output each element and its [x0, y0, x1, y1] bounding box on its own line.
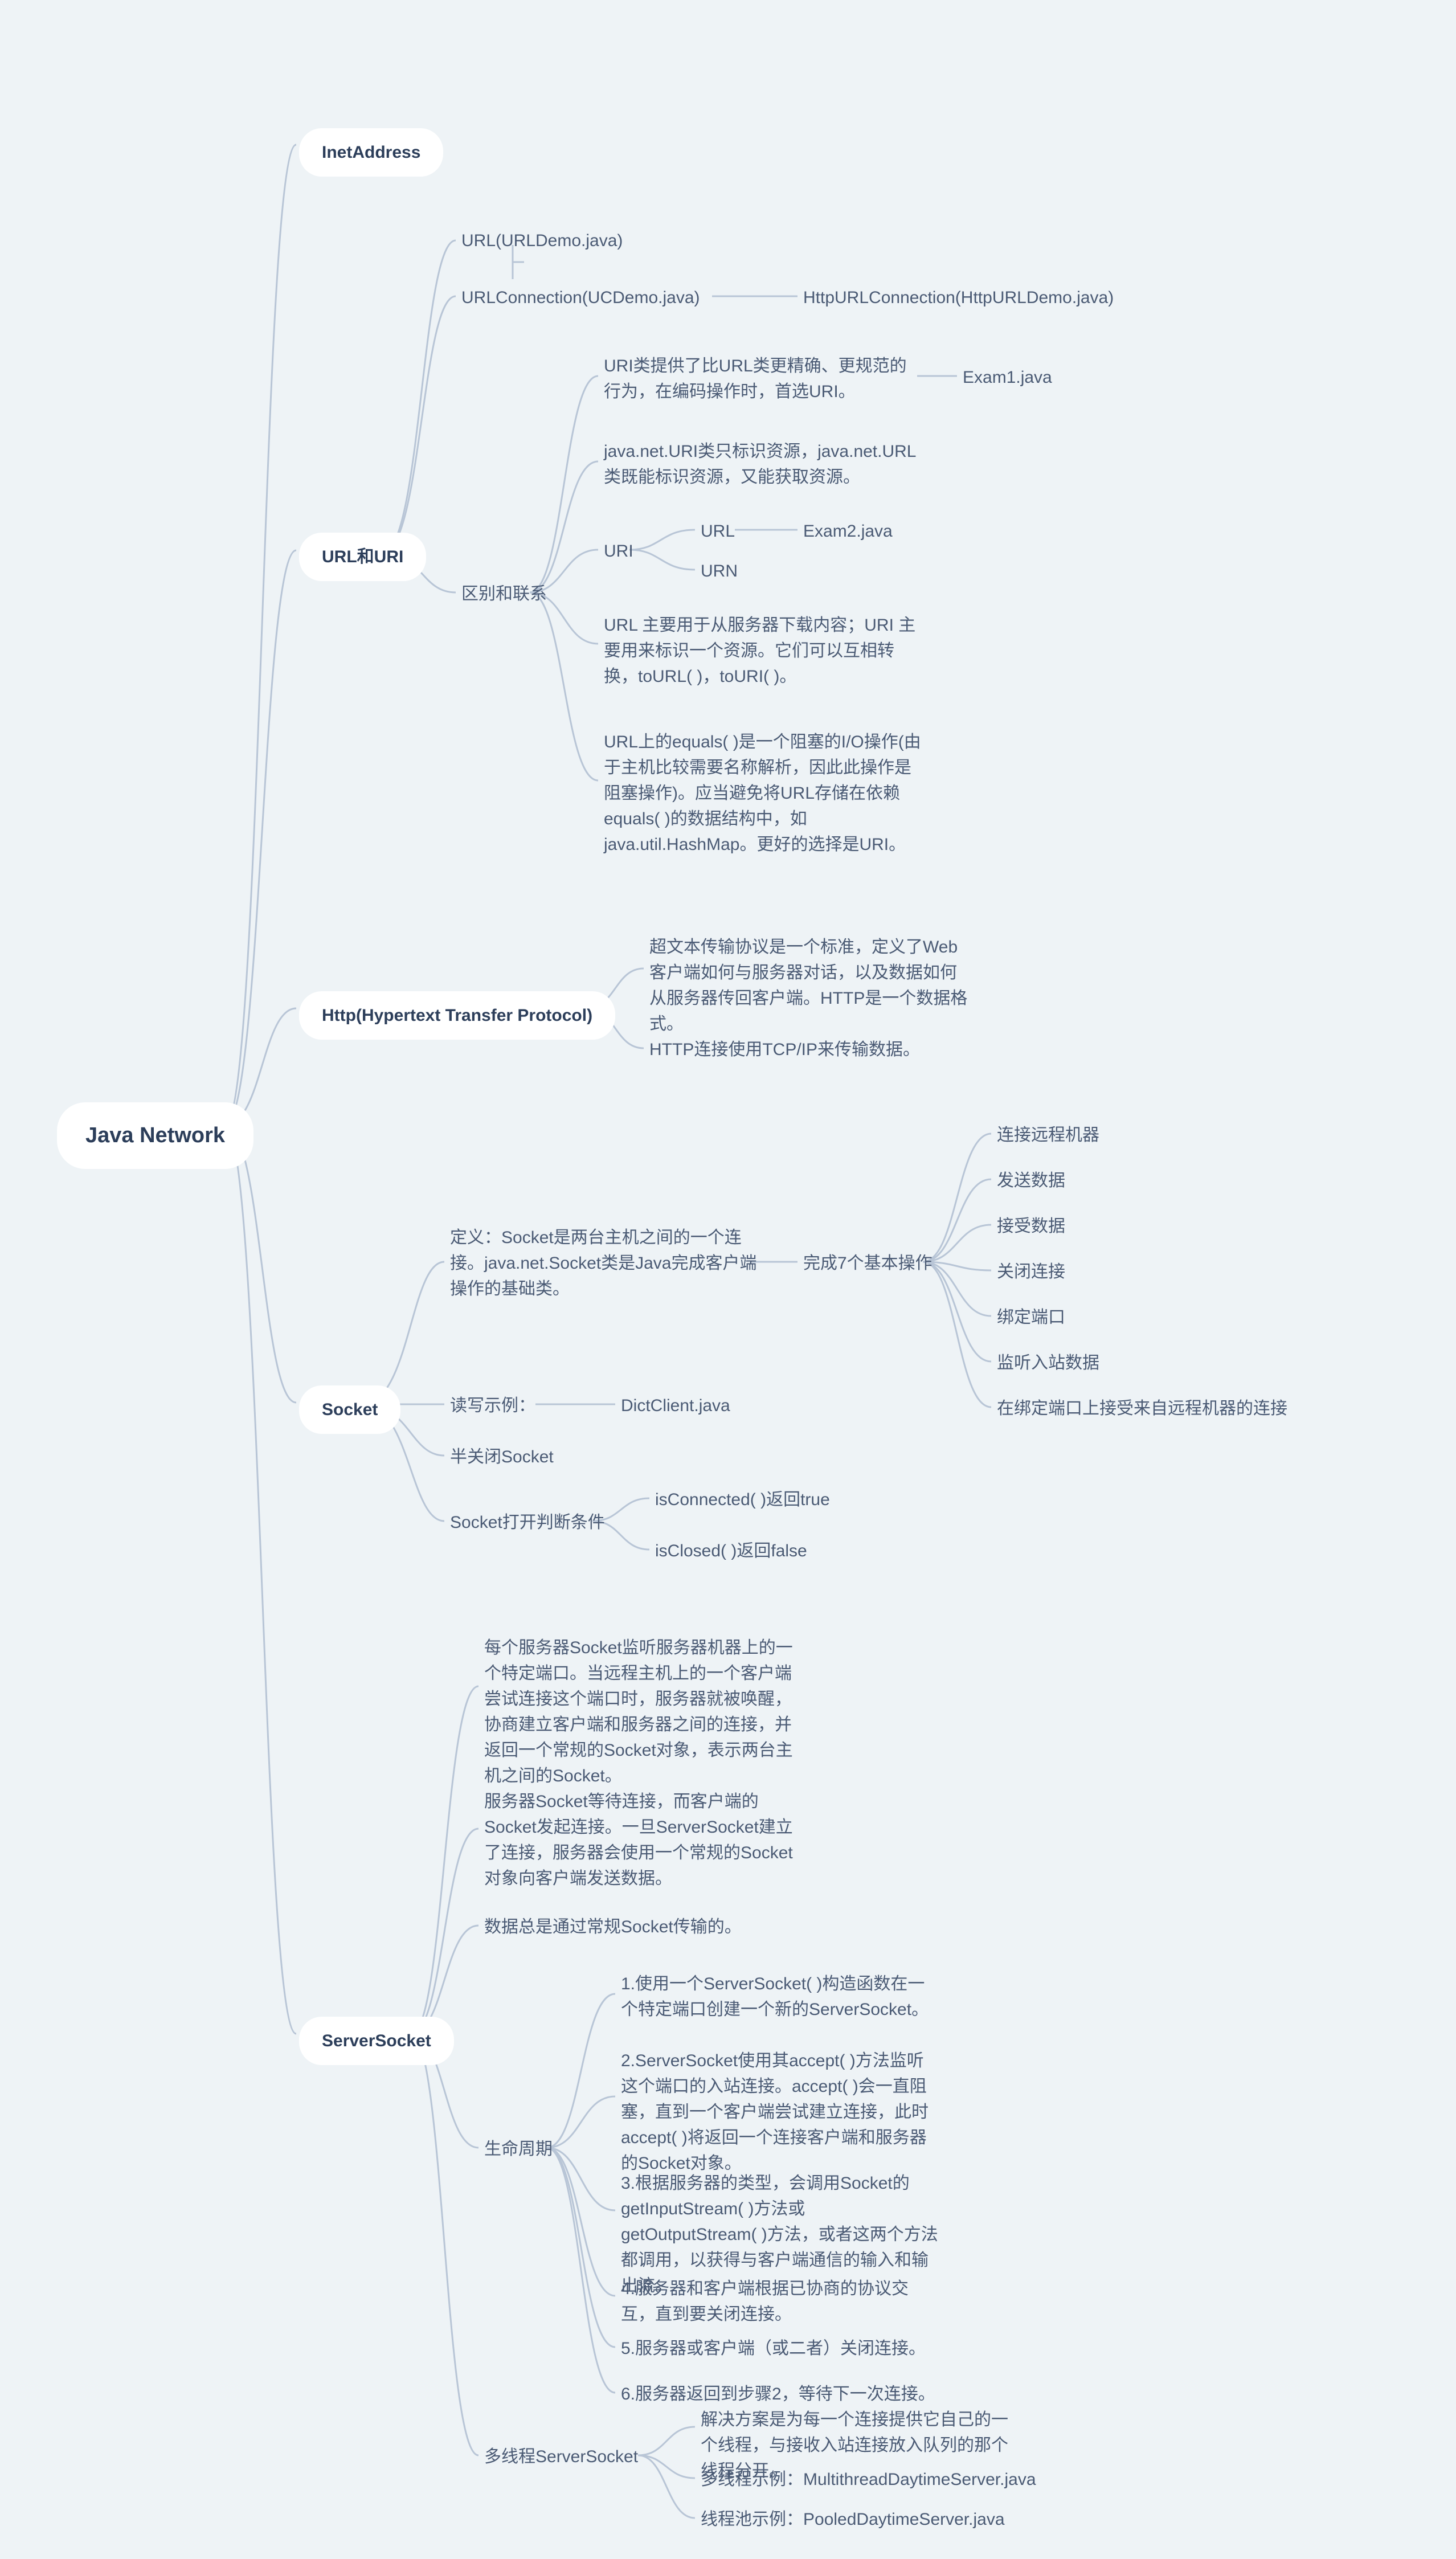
leaf-l4[interactable]: 4.服务器和客户端根据已协商的协议交互，直到要关闭连接。	[621, 2276, 940, 2327]
leaf-oc2[interactable]: isClosed( )返回false	[655, 1538, 807, 1564]
leaf-op3[interactable]: 接受数据	[997, 1213, 1065, 1239]
leaf-exam2[interactable]: Exam2.java	[803, 518, 893, 544]
leaf-d4[interactable]: URL上的equals( )是一个阻塞的I/O操作(由于主机比较需要名称解析，因…	[604, 729, 923, 857]
leaf-d3[interactable]: URL 主要用于从服务器下载内容；URI 主要用来标识一个资源。它们可以互相转换…	[604, 612, 923, 689]
leaf-op6[interactable]: 监听入站数据	[997, 1350, 1099, 1376]
leaf-urlconn[interactable]: URLConnection(UCDemo.java)	[461, 285, 700, 310]
leaf-url[interactable]: URL(URLDemo.java)	[461, 228, 623, 254]
leaf-l2[interactable]: 2.ServerSocket使用其accept( )方法监听这个端口的入站连接。…	[621, 2048, 940, 2176]
branch-serversocket[interactable]: ServerSocket	[299, 2017, 454, 2065]
branch-http[interactable]: Http(Hypertext Transfer Protocol)	[299, 991, 615, 1040]
leaf-sops[interactable]: 完成7个基本操作	[803, 1250, 933, 1276]
leaf-life[interactable]: 生命周期	[484, 2136, 553, 2162]
root-node[interactable]: Java Network	[57, 1102, 253, 1169]
branch-socket[interactable]: Socket	[299, 1385, 400, 1434]
leaf-ss2[interactable]: 服务器Socket等待连接，而客户端的Socket发起连接。一旦ServerSo…	[484, 1789, 803, 1891]
leaf-l1[interactable]: 1.使用一个ServerSocket( )构造函数在一个特定端口创建一个新的Se…	[621, 1971, 940, 2022]
leaf-httpurlconn[interactable]: HttpURLConnection(HttpURLDemo.java)	[803, 285, 1114, 310]
leaf-d2[interactable]: java.net.URI类只标识资源，java.net.URL类既能标识资源，又…	[604, 439, 923, 490]
leaf-ss3[interactable]: 数据总是通过常规Socket传输的。	[484, 1914, 742, 1940]
leaf-open[interactable]: Socket打开判断条件	[450, 1510, 605, 1535]
leaf-uriurn[interactable]: URN	[701, 558, 738, 584]
leaf-sdef[interactable]: 定义：Socket是两台主机之间的一个连接。java.net.Socket类是J…	[450, 1225, 769, 1302]
leaf-op5[interactable]: 绑定端口	[997, 1305, 1065, 1330]
leaf-oc1[interactable]: isConnected( )返回true	[655, 1487, 830, 1512]
leaf-mt2[interactable]: 多线程示例：MultithreadDaytimeServer.java	[701, 2467, 1036, 2492]
leaf-d1e[interactable]: Exam1.java	[963, 365, 1052, 390]
branch-urluri[interactable]: URL和URI	[299, 533, 426, 581]
leaf-op1[interactable]: 连接远程机器	[997, 1122, 1099, 1148]
leaf-op4[interactable]: 关闭连接	[997, 1259, 1065, 1285]
leaf-ss1[interactable]: 每个服务器Socket监听服务器机器上的一个特定端口。当远程主机上的一个客户端尝…	[484, 1635, 803, 1789]
leaf-h1[interactable]: 超文本传输协议是一个标准，定义了Web客户端如何与服务器对话，以及数据如何从服务…	[649, 934, 968, 1037]
leaf-mt3[interactable]: 线程池示例：PooledDaytimeServer.java	[701, 2507, 1005, 2532]
leaf-op7[interactable]: 在绑定端口上接受来自远程机器的连接	[997, 1396, 1287, 1421]
leaf-uriurl[interactable]: URL	[701, 518, 735, 544]
leaf-d1[interactable]: URI类提供了比URL类更精确、更规范的行为，在编码操作时，首选URI。	[604, 353, 923, 404]
branch-inetaddress[interactable]: InetAddress	[299, 128, 443, 177]
leaf-h2[interactable]: HTTP连接使用TCP/IP来传输数据。	[649, 1037, 920, 1062]
leaf-l5[interactable]: 5.服务器或客户端（或二者）关闭连接。	[621, 2336, 926, 2361]
leaf-uri[interactable]: URI	[604, 538, 633, 564]
leaf-rwf[interactable]: DictClient.java	[621, 1393, 730, 1419]
leaf-diff[interactable]: 区别和联系	[461, 581, 547, 607]
leaf-mt[interactable]: 多线程ServerSocket	[484, 2444, 638, 2470]
leaf-op2[interactable]: 发送数据	[997, 1168, 1065, 1193]
leaf-half[interactable]: 半关闭Socket	[450, 1444, 554, 1470]
leaf-rw[interactable]: 读写示例：	[450, 1393, 535, 1419]
leaf-l6[interactable]: 6.服务器返回到步骤2，等待下一次连接。	[621, 2381, 935, 2407]
